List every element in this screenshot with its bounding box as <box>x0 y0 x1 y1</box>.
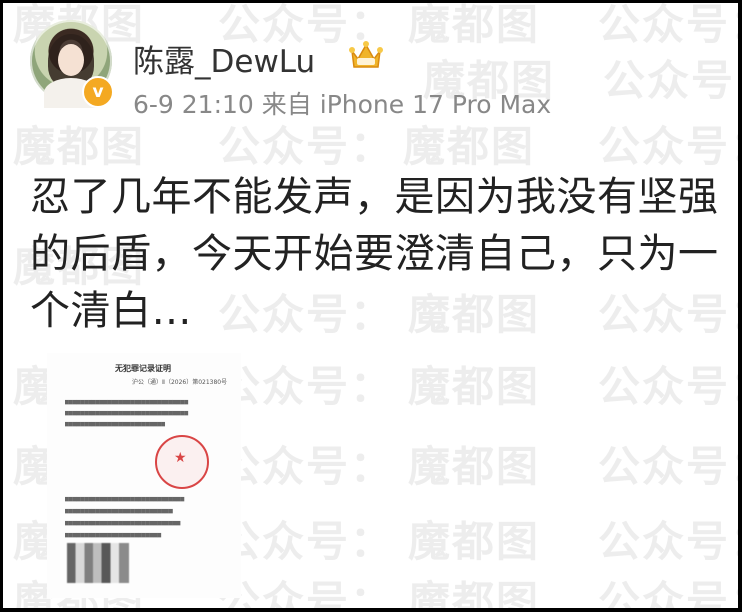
watermark-text: 公众号： <box>598 517 738 566</box>
watermark-text: 公众号： <box>218 577 395 608</box>
document-number: 沪公（通）Ⅱ（2026）第021380号 <box>132 379 228 386</box>
verified-v-icon: v <box>82 76 114 108</box>
watermark-text: 魔都图 <box>408 442 541 491</box>
watermark-text: 公众号： <box>598 442 738 491</box>
redacted-mosaic <box>67 543 129 583</box>
watermark-text: 公众号： <box>598 577 738 608</box>
username[interactable]: 陈露_DewLu <box>133 36 315 81</box>
post-text: 忍了几年不能发声，是因为我没有坚强的后盾，今天开始要澄清自己，只为一个清白… <box>30 174 719 334</box>
watermark-text: 公众号： <box>598 122 738 171</box>
source-prefix: 来自 <box>261 90 312 119</box>
watermark-text: 公众号： <box>598 3 738 49</box>
document-title: 无犯罪记录证明 <box>115 364 171 373</box>
watermark-text: 魔都图 <box>408 577 541 608</box>
document-notes: ▆▆▆▆▆▆▆▆▆▆▆▆▆▆▆▆▆▆▆▆▆▆▆▆▆▆▆▆▆▆▆ ▆▆▆▆▆▆▆▆… <box>65 496 185 538</box>
watermark-text: 公众号： <box>218 122 395 171</box>
avatar-face <box>58 44 84 76</box>
watermark-text: 公众号： <box>218 442 395 491</box>
document-body: ▆▆▆▆▆▆▆▆▆▆▆▆▆▆▆▆▆▆▆▆▆▆▆▆▆▆▆▆▆▆▆▆ ▆▆▆▆▆▆▆… <box>65 399 189 427</box>
official-seal: ★ <box>155 435 209 489</box>
post-time: 6-9 21:10 <box>133 90 254 119</box>
star-icon: ★ <box>174 450 187 466</box>
weibo-post-card: 魔都图 公众号： 魔都图 公众号： 魔都图 公众号： 魔都图 公众号： 魔都图 … <box>3 3 738 608</box>
watermark-text: 魔都图 <box>403 122 536 171</box>
watermark-text: 公众号： <box>218 362 395 411</box>
attached-image[interactable]: 无犯罪记录证明 沪公（通）Ⅱ（2026）第021380号 ▆▆▆▆▆▆▆▆▆▆▆… <box>47 353 241 598</box>
crown-icon <box>349 41 383 68</box>
watermark-text: 公众号： <box>218 517 395 566</box>
source-device[interactable]: iPhone 17 Pro Max <box>320 90 551 119</box>
watermark-text: 魔都图 <box>408 517 541 566</box>
post-meta: 6-9 21:10 来自 iPhone 17 Pro Max <box>133 85 551 121</box>
watermark-text: 魔都图 <box>408 3 541 49</box>
watermark-text: 公众号： <box>598 362 738 411</box>
watermark-text: 魔都图 <box>408 362 541 411</box>
watermark-text: 公众号： <box>603 56 738 105</box>
watermark-text: 魔都图 <box>13 122 146 171</box>
